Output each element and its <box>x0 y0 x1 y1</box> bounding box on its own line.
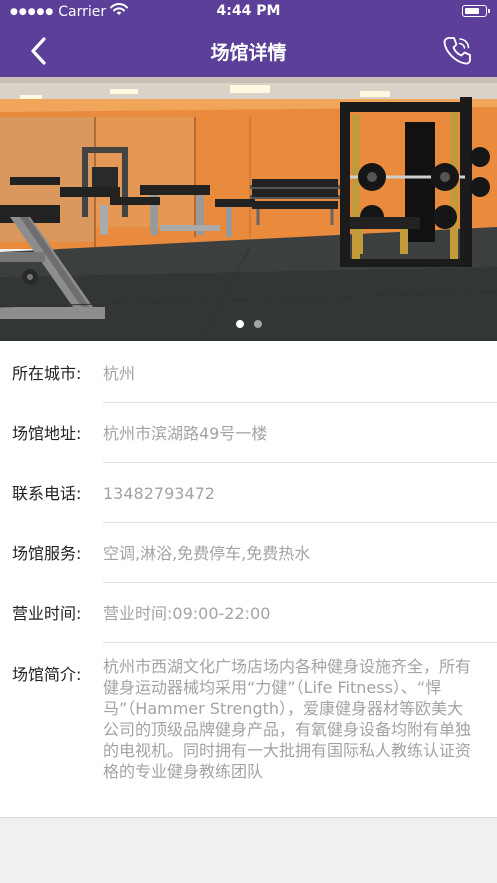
hours-label: 营业时间: <box>12 604 82 623</box>
divider <box>103 642 497 643</box>
gym-photo <box>0 77 497 341</box>
phone-icon <box>443 37 471 65</box>
divider <box>103 582 497 583</box>
nav-bar: 场馆详情 <box>0 24 497 77</box>
services-label: 场馆服务: <box>12 544 82 563</box>
divider <box>103 402 497 403</box>
carousel-dot[interactable] <box>253 320 262 328</box>
services-value: 空调,淋浴,免费停车,免费热水 <box>103 544 311 563</box>
carousel-dot[interactable] <box>235 320 244 328</box>
header: ●●●●● Carrier 4:44 PM 场馆详情 <box>0 0 497 77</box>
phone-label: 联系电话: <box>12 484 82 503</box>
intro-value: 杭州市西湖文化广场店场内各种健身设施齐全，所有健身运动器械均采用“力健”（Lif… <box>103 657 472 781</box>
city-label: 所在城市: <box>12 364 82 383</box>
hours-value: 营业时间:09:00-22:00 <box>103 604 271 623</box>
divider <box>103 462 497 463</box>
carousel-dots <box>0 320 497 328</box>
battery-icon <box>462 5 490 17</box>
venue-details: 所在城市: 杭州 场馆地址: 杭州市滨湖路49号一楼 联系电话: 1348279… <box>0 341 497 818</box>
intro-label: 场馆简介: <box>12 665 82 684</box>
city-value: 杭州 <box>103 364 136 383</box>
divider <box>0 817 497 818</box>
gym-photo-carousel[interactable] <box>0 77 497 341</box>
divider <box>103 522 497 523</box>
address-value: 杭州市滨湖路49号一楼 <box>103 424 268 443</box>
status-time: 4:44 PM <box>216 3 281 19</box>
status-bar: ●●●●● Carrier 4:44 PM <box>0 0 497 24</box>
call-button[interactable] <box>441 34 473 68</box>
phone-value[interactable]: 13482793472 <box>103 483 477 504</box>
page-title: 场馆详情 <box>210 42 287 64</box>
address-label: 场馆地址: <box>12 424 82 443</box>
